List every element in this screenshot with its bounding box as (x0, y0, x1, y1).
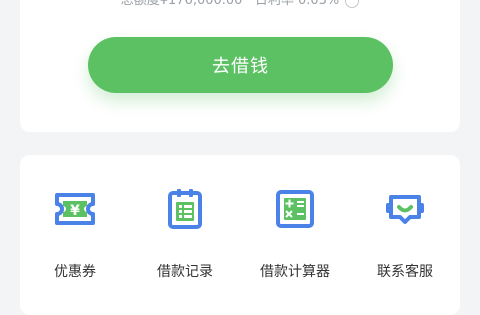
calculator-icon (276, 190, 314, 228)
menu-item-loan-record[interactable]: 借款记录 (130, 185, 240, 285)
svg-text:¥: ¥ (70, 203, 80, 219)
menu-item-calculator[interactable]: 借款计算器 (240, 185, 350, 285)
menu-item-coupon[interactable]: ¥ 优惠券 (20, 185, 130, 285)
coupon-icon: ¥ (55, 193, 95, 225)
borrow-button[interactable]: 去借钱 (88, 37, 393, 93)
loan-record-icon (168, 189, 202, 229)
menu-label-calculator: 借款计算器 (260, 264, 330, 280)
service-menu: ¥ 优惠券 借款记录 借款计算器 联系客服 (20, 155, 460, 315)
customer-service-icon (386, 195, 424, 224)
info-icon[interactable] (345, 0, 360, 8)
menu-label-customer-service: 联系客服 (377, 264, 433, 280)
menu-item-customer-service[interactable]: 联系客服 (350, 185, 460, 285)
quota-summary: 总额度¥176,000.00 · 日利率 0.03% (0, 0, 480, 26)
menu-label-loan-record: 借款记录 (157, 264, 213, 280)
quota-text: 总额度¥176,000.00 · 日利率 0.03% (120, 0, 340, 8)
menu-label-coupon: 优惠券 (54, 264, 96, 280)
